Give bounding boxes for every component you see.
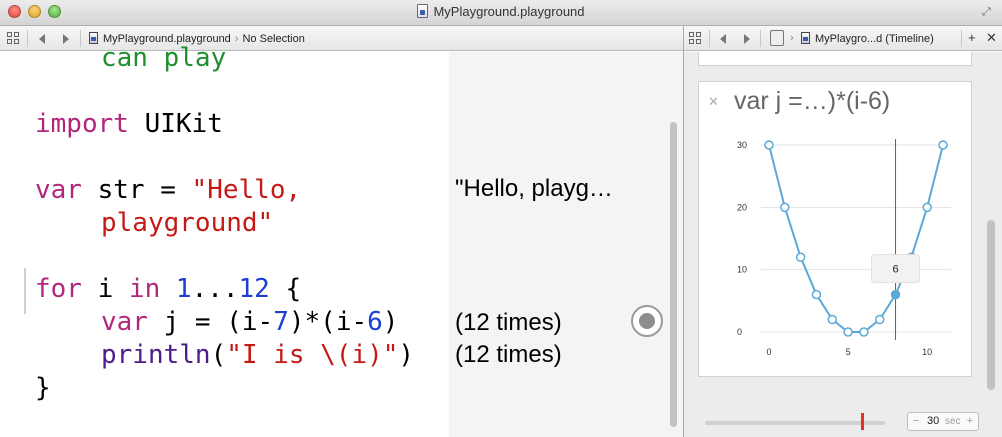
fullscreen-icon[interactable]: ⤢ [982,6,994,18]
back-arrow-icon[interactable] [720,34,726,44]
assistant-breadcrumb-file[interactable]: MyPlaygro...d (Timeline) [815,33,934,45]
close-assistant-icon[interactable]: ✕ [986,30,997,46]
data-point [764,140,774,150]
related-items-icon[interactable] [689,32,701,44]
data-point [874,314,885,325]
previous-timeline-card [698,52,972,66]
value-chart: 0 10 20 30 0 5 10 6 [737,139,951,357]
timeline-scrollbar[interactable] [987,220,995,390]
data-point [922,202,932,213]
breadcrumb-selection[interactable]: No Selection [242,33,304,45]
x-tick-label: 0 [766,347,771,357]
y-tick-label: 10 [737,265,747,275]
chevron-right-icon: › [234,33,239,45]
code-line-comment: can play [101,43,227,73]
assistant-mode-icon[interactable] [770,30,784,46]
duration-unit: sec [945,416,961,427]
data-point [811,289,822,300]
timeline-card: ✕ var j =…)*(i-6) 0 10 20 30 0 5 10 6 [698,81,972,377]
back-arrow-icon[interactable] [39,34,45,44]
code-line-import: import UIKit [35,109,223,139]
editor-scrollbar[interactable] [665,52,683,437]
data-point [890,289,901,300]
tooltip-value: 6 [892,264,898,276]
duration-value[interactable]: 30 [927,415,939,427]
window-title: MyPlayground.playground [433,4,585,19]
title-bar: MyPlayground.playground ⤢ [0,0,1002,26]
data-point [780,202,790,213]
playground-file-icon [417,4,429,18]
code-line-var-j: var j = (i-7)*(i-6) [101,307,399,337]
forward-arrow-icon[interactable] [63,34,69,44]
playground-file-icon [801,32,810,44]
assistant-breadcrumb: MyPlaygro...d (Timeline) [801,32,934,45]
window-title-wrap: MyPlayground.playground [0,4,1002,19]
duration-increment[interactable]: + [967,415,973,427]
y-tick-label: 30 [737,140,747,150]
x-tick-label: 10 [922,347,932,357]
timeline-assistant: ✕ var j =…)*(i-6) 0 10 20 30 0 5 10 6 − 30 sec… [684,52,1002,437]
x-tick-label: 5 [846,347,851,357]
y-tick-label: 20 [737,202,747,212]
assistant-jump-bar: › MyPlaygro...d (Timeline) + ✕ [684,26,1002,51]
result-loop-j[interactable]: (12 times) [455,309,562,337]
duration-stepper[interactable]: − 30 sec + [907,412,979,431]
code-line-var-str-cont: playground" [101,208,274,238]
results-sidebar [449,52,665,437]
related-items-icon[interactable] [7,32,19,44]
data-point [859,327,869,337]
y-tick-label: 0 [737,327,742,337]
result-str[interactable]: "Hello, playg… [455,175,613,203]
data-point [827,314,838,325]
value-history-icon[interactable] [631,305,663,337]
code-line-var-str: var str = "Hello, [35,175,302,205]
chevron-right-icon: › [790,32,794,44]
playground-file-icon [89,32,98,44]
editor-scroll-thumb[interactable] [670,122,677,427]
code-line-for: for i in 1...12 { [35,274,302,304]
fold-ribbon-mark [24,268,26,314]
code-line-close-brace: } [35,373,51,403]
code-line-println: println("I is \(i)") [101,340,415,370]
timeline-slider-marker[interactable] [861,413,864,430]
xcode-window: MyPlayground.playground ⤢ MyPlayground.p… [0,0,1002,437]
forward-arrow-icon[interactable] [744,34,750,44]
duration-decrement[interactable]: − [913,415,919,427]
timeline-slider[interactable] [705,421,885,425]
data-point [938,140,948,150]
data-point [795,252,806,262]
data-point [843,327,853,337]
result-loop-println[interactable]: (12 times) [455,341,562,369]
series-line [768,144,944,333]
add-assistant-icon[interactable]: + [968,30,976,45]
